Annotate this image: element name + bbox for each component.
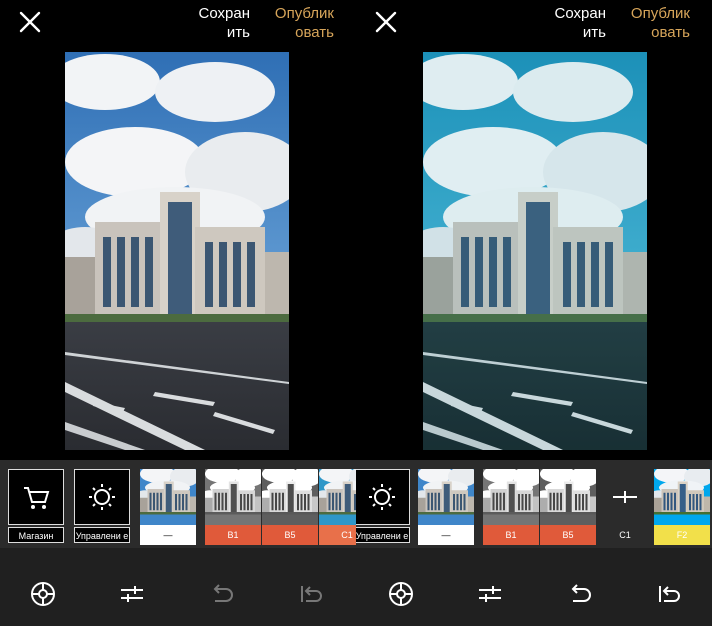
- editor-panel-original: Сохран ить Опублик овать Магазин Управле…: [0, 0, 356, 626]
- filter-thumbnail: [140, 469, 196, 525]
- filter-b5[interactable]: B5: [540, 469, 596, 545]
- filter-thumbnail: [483, 469, 539, 525]
- editor-panel-filtered: Сохран ить Опублик овать Управлени е — B…: [356, 0, 712, 626]
- manage-label: Управлени е: [74, 527, 130, 543]
- cart-icon: [24, 487, 50, 509]
- filter-label: C1: [597, 525, 653, 545]
- filter-thumbnail: [262, 469, 318, 525]
- undo-icon[interactable]: [208, 580, 236, 608]
- adjust-icon[interactable]: [118, 580, 146, 608]
- save-button[interactable]: Сохран ить: [546, 4, 606, 42]
- building-photo: [65, 52, 289, 450]
- adjust-icon[interactable]: [476, 580, 504, 608]
- building-photo: [423, 52, 647, 450]
- filter-thumbnail: [540, 469, 596, 525]
- filter-label: —: [418, 525, 474, 545]
- filter-wheel-icon[interactable]: [387, 580, 415, 608]
- bottom-bar: [0, 548, 356, 626]
- filter-b1[interactable]: B1: [483, 469, 539, 545]
- filter-c1[interactable]: C1: [319, 469, 356, 545]
- undo-all-icon[interactable]: [655, 580, 683, 608]
- manage-label: Управлени е: [356, 527, 410, 543]
- close-icon[interactable]: [18, 10, 42, 34]
- filter-toolbar: Магазин Управлени е — B1 B5 C1: [0, 460, 356, 548]
- filter-wheel-icon[interactable]: [29, 580, 57, 608]
- filter-original[interactable]: —: [418, 469, 474, 545]
- filter-f2[interactable]: F2: [654, 469, 710, 545]
- manage-tool[interactable]: Управлени е: [74, 469, 130, 545]
- undo-icon[interactable]: [566, 580, 594, 608]
- publish-button[interactable]: Опублик овать: [620, 4, 690, 42]
- brightness-icon: [89, 484, 115, 510]
- filter-original[interactable]: —: [140, 469, 196, 545]
- filter-c1-selected[interactable]: C1: [597, 469, 653, 545]
- filter-thumbnail: [654, 469, 710, 525]
- store-tool[interactable]: Магазин: [8, 469, 64, 545]
- filter-b5[interactable]: B5: [262, 469, 318, 545]
- filter-label: B5: [540, 525, 596, 545]
- filter-toolbar: Управлени е — B1 B5 C1 F2: [356, 460, 712, 548]
- filter-label: —: [140, 525, 196, 545]
- photo-preview: [423, 52, 647, 450]
- filter-b1[interactable]: B1: [205, 469, 261, 545]
- photo-preview: [65, 52, 289, 450]
- bottom-bar: [356, 548, 712, 626]
- filter-label: B1: [483, 525, 539, 545]
- brightness-icon: [369, 484, 395, 510]
- close-icon[interactable]: [374, 10, 398, 34]
- filter-label: C1: [319, 525, 356, 545]
- filter-thumbnail: [418, 469, 474, 525]
- filter-label: F2: [654, 525, 710, 545]
- undo-all-icon[interactable]: [297, 580, 325, 608]
- manage-tool[interactable]: Управлени е: [356, 469, 410, 545]
- filter-thumbnail: [319, 469, 356, 525]
- filter-strength-icon: [613, 491, 637, 503]
- store-label: Магазин: [8, 527, 64, 543]
- filter-label: B5: [262, 525, 318, 545]
- publish-button[interactable]: Опублик овать: [264, 4, 334, 42]
- filter-thumbnail: [205, 469, 261, 525]
- save-button[interactable]: Сохран ить: [190, 4, 250, 42]
- filter-label: B1: [205, 525, 261, 545]
